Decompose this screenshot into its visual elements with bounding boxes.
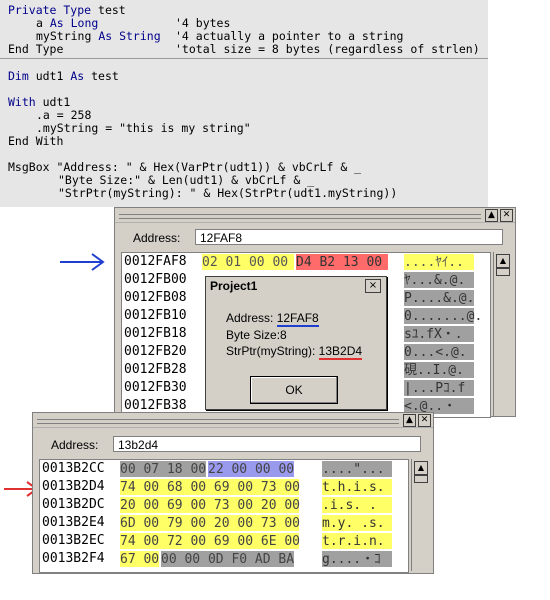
address-input[interactable]: 12FAF8 <box>195 229 503 245</box>
ascii-text: 0.......@. <box>404 308 483 324</box>
ascii-text: 硯..I.@. <box>404 362 474 378</box>
hex-bytes: 20 00 69 00 73 00 20 00 <box>120 497 301 513</box>
hex-bytes: 6D 00 79 00 20 00 73 00 <box>120 515 301 531</box>
hex-bytes-pointer: D4 B2 13 00 <box>296 254 388 270</box>
ascii-text: m.y. .s. <box>322 515 392 531</box>
dialog-address-value: 12FAF8 <box>276 311 319 327</box>
hex-row: 0013B2D4 74 00 68 00 69 00 73 00 t.h.i.s. <box>40 478 408 496</box>
row-address: 0012FB18 <box>124 326 187 341</box>
row-address: 0012FB10 <box>124 308 187 323</box>
dialog-strptr-value: 13B2D4 <box>318 344 363 360</box>
row-address: 0013B2CC <box>42 461 105 476</box>
hex-row: 0012FAF8 02 01 00 00 D4 B2 13 00 ....ﾔｲ.. <box>122 253 490 271</box>
viewer-2-titlebar[interactable]: ▲ ✕ <box>33 413 433 428</box>
hex-row: 0013B2EC 74 00 72 00 69 00 6E 00 t.r.i.n. <box>40 532 408 550</box>
row-address: 0013B2F4 <box>42 551 105 566</box>
maximize-icon[interactable]: ▲ <box>485 209 498 222</box>
hex-row: 0013B2F4 67 00 00 00 0D F0 AD BA g....・ｺ <box>40 550 408 568</box>
code-comment-total: 'total size = 8 bytes (regardless of str… <box>175 42 480 56</box>
ascii-text: .i.s. . <box>322 497 392 513</box>
hex-bytes-value: 02 01 00 00 <box>202 254 294 270</box>
maximize-icon[interactable]: ▲ <box>403 414 416 427</box>
row-address: 0013B2E4 <box>42 515 105 530</box>
scrollbar[interactable]: ▲ <box>411 459 428 571</box>
row-address: 0012FB20 <box>124 344 187 359</box>
dialog-size-line: Byte Size:8 <box>226 328 287 342</box>
project1-dialog: Project1 × Address: 12FAF8 Byte Size:8 S… <box>205 276 387 410</box>
address-label: Address: <box>51 438 99 452</box>
hex-bytes: 00 07 18 00 <box>120 461 207 477</box>
dialog-close-icon[interactable]: × <box>365 279 381 293</box>
hex-row: 0013B2E4 6D 00 79 00 20 00 73 00 m.y. .s. <box>40 514 408 532</box>
blue-arrow-icon <box>60 253 105 271</box>
code-line-assign-s: .myString = "this is my string" <box>36 121 251 135</box>
row-address: 0013B2EC <box>42 533 105 548</box>
ascii-text: |...Pｺ.f <box>404 380 474 396</box>
ascii-text: ﾔ...&.@. <box>404 272 474 288</box>
viewer-1-titlebar[interactable]: ▲ ✕ <box>115 208 515 223</box>
address-input[interactable]: 13b2d4 <box>113 436 421 452</box>
code-line-end-with: End With <box>8 134 64 148</box>
ascii-text: sﾕ.fX・. <box>404 326 474 342</box>
row-address: 0012FB08 <box>124 290 187 305</box>
ascii-text: ...."... <box>322 461 392 477</box>
code-line-end-type: End Type <box>8 42 64 56</box>
row-address: 0012FAF8 <box>124 254 187 269</box>
scroll-up-icon[interactable]: ▲ <box>496 254 510 268</box>
hex-pane[interactable]: 0013B2CC 00 07 18 00 22 00 00 00 ...."... 00… <box>39 459 409 573</box>
ascii-text: t.r.i.n. <box>322 533 392 549</box>
code-line-msgbox-3: "StrPtr(myString): " & Hex(StrPtr(udt1.m… <box>58 186 398 200</box>
address-label: Address: <box>133 231 181 245</box>
titlebar-grip <box>37 419 399 424</box>
dialog-address-line: Address: 12FAF8 <box>226 311 319 327</box>
titlebar-grip <box>119 214 481 219</box>
ascii-text: t.h.i.s. <box>322 479 392 495</box>
code-panel: Private Type test a As Long '4 bytes myS… <box>0 0 488 207</box>
row-address: 0012FB00 <box>124 272 187 287</box>
ascii-text: g....・ｺ <box>322 551 392 567</box>
row-address: 0012FB30 <box>124 380 187 395</box>
scroll-thumb[interactable] <box>414 475 428 483</box>
hex-bytes: 67 00 <box>120 551 160 567</box>
row-address: 0012FB28 <box>124 362 187 377</box>
hex-bytes: 00 00 0D F0 AD BA <box>161 551 295 567</box>
ascii-text: P....&.@. <box>404 290 475 306</box>
dialog-strptr-line: StrPtr(myString): 13B2D4 <box>226 344 363 360</box>
code-divider <box>0 58 488 59</box>
hex-bytes: 74 00 68 00 69 00 73 00 <box>120 479 301 495</box>
scroll-thumb[interactable] <box>496 268 510 276</box>
close-icon[interactable]: ✕ <box>418 414 431 427</box>
scrollbar[interactable]: ▲ <box>493 252 510 416</box>
row-address: 0013B2D4 <box>42 479 105 494</box>
memory-viewer-2: ▲ ✕ Address: 13b2d4 0013B2CC 00 07 18 00 2… <box>32 412 434 574</box>
close-icon[interactable]: ✕ <box>500 209 513 222</box>
ascii-text: ....ﾔｲ.. <box>404 254 474 270</box>
hex-row: 0013B2CC 00 07 18 00 22 00 00 00 ...."... <box>40 460 408 478</box>
scroll-up-icon[interactable]: ▲ <box>414 461 428 475</box>
dialog-title: Project1 <box>210 279 258 293</box>
row-address: 0013B2DC <box>42 497 105 512</box>
hex-bytes: 74 00 72 00 69 00 6E 00 <box>120 533 301 549</box>
hex-bytes: 22 00 00 00 <box>208 461 295 477</box>
code-line-dim: Dim udt1 As test <box>8 69 119 83</box>
ok-button[interactable]: OK <box>250 376 338 404</box>
ascii-text: 0...<.@. <box>404 344 474 360</box>
hex-row: 0013B2DC 20 00 69 00 73 00 20 00 .i.s. . <box>40 496 408 514</box>
